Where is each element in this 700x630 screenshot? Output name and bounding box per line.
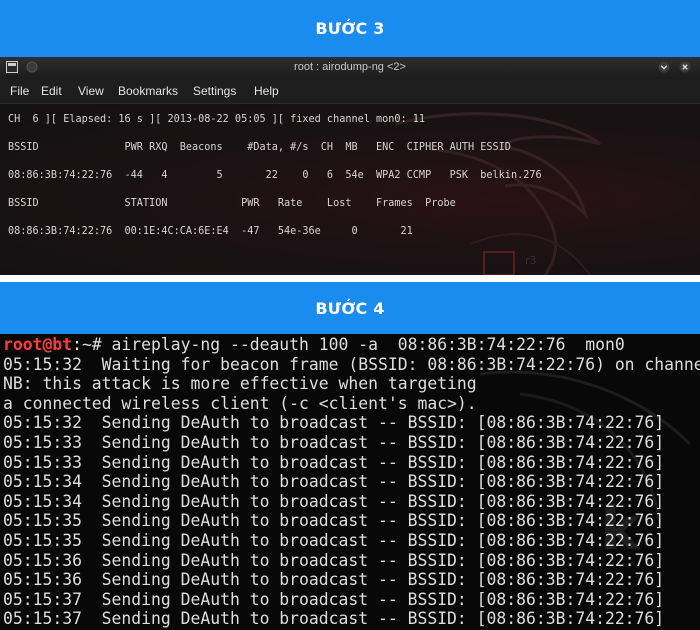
- svg-text:r3: r3: [525, 254, 537, 267]
- chevron-down-icon[interactable]: [658, 61, 670, 73]
- output-line: 05:15:35 Sending DeAuth to broadcast -- …: [3, 511, 665, 531]
- dragon-logo-watermark: r3: [394, 112, 601, 275]
- station-row: 08:86:3B:74:22:76 00:1E:4C:CA:6E:E4 -47 …: [8, 226, 413, 237]
- airodump-output[interactable]: r3 CH 6 ][ Elapsed: 16 s ][ 2013-08-22 0…: [0, 104, 700, 275]
- step3-banner: BƯỚC 3: [0, 0, 700, 57]
- aireplay-terminal[interactable]: k root@bt:~# aireplay-ng --deauth 100 -a…: [0, 334, 700, 630]
- output-line: 05:15:33 Sending DeAuth to broadcast -- …: [3, 452, 665, 472]
- output-line: 05:15:34 Sending DeAuth to broadcast -- …: [3, 491, 665, 511]
- prompt-user: root@bt: [3, 335, 73, 354]
- command-text: :~# aireplay-ng --deauth 100 -a 08:86:3B…: [72, 335, 625, 354]
- output-line: a connected wireless client (-c <client'…: [3, 393, 477, 413]
- window-title: root : airodump-ng <2>: [294, 61, 406, 73]
- step4-banner: BƯỚC 4: [0, 282, 700, 334]
- station-table-header: BSSID STATION PWR Rate Lost Frames Probe: [8, 198, 456, 209]
- output-line: 05:15:32 Sending DeAuth to broadcast -- …: [3, 413, 665, 433]
- menu-file[interactable]: File: [10, 84, 29, 98]
- output-line: 05:15:37 Sending DeAuth to broadcast -- …: [3, 609, 665, 629]
- output-line: 05:15:37 Sending DeAuth to broadcast -- …: [3, 589, 665, 609]
- output-line: 05:15:35 Sending DeAuth to broadcast -- …: [3, 531, 665, 550]
- output-line: 05:15:36 Sending DeAuth to broadcast -- …: [3, 570, 665, 590]
- window-titlebar[interactable]: root : airodump-ng <2>: [0, 57, 700, 80]
- output-line: 05:15:36 Sending DeAuth to broadcast -- …: [3, 550, 665, 570]
- command-line: root@bt:~# aireplay-ng --deauth 100 -a 0…: [3, 335, 625, 355]
- ap-table-header: BSSID PWR RXQ Beacons #Data, #/s CH MB E…: [8, 142, 511, 153]
- menu-help[interactable]: Help: [254, 84, 279, 98]
- ap-row: 08:86:3B:74:22:76 -44 4 5 22 0 6 54e WPA…: [8, 170, 542, 181]
- output-line: 05:15:33 Sending DeAuth to broadcast -- …: [3, 433, 665, 452]
- output-line: 05:15:34 Sending DeAuth to broadcast -- …: [3, 472, 665, 492]
- menu-settings[interactable]: Settings: [193, 84, 236, 98]
- menu-edit[interactable]: Edit: [41, 84, 62, 98]
- menubar: File Edit View Bookmarks Settings Help: [0, 79, 700, 104]
- airodump-window: root : airodump-ng <2> File Edit View Bo…: [0, 57, 700, 275]
- menu-bookmarks[interactable]: Bookmarks: [118, 84, 178, 98]
- output-line: 05:15:32 Waiting for beacon frame (BSSID…: [3, 354, 700, 374]
- close-icon[interactable]: [679, 61, 691, 73]
- status-line: CH 6 ][ Elapsed: 16 s ][ 2013-08-22 05:0…: [8, 114, 426, 125]
- output-line: NB: this attack is more effective when t…: [3, 374, 477, 394]
- menu-view[interactable]: View: [78, 84, 104, 98]
